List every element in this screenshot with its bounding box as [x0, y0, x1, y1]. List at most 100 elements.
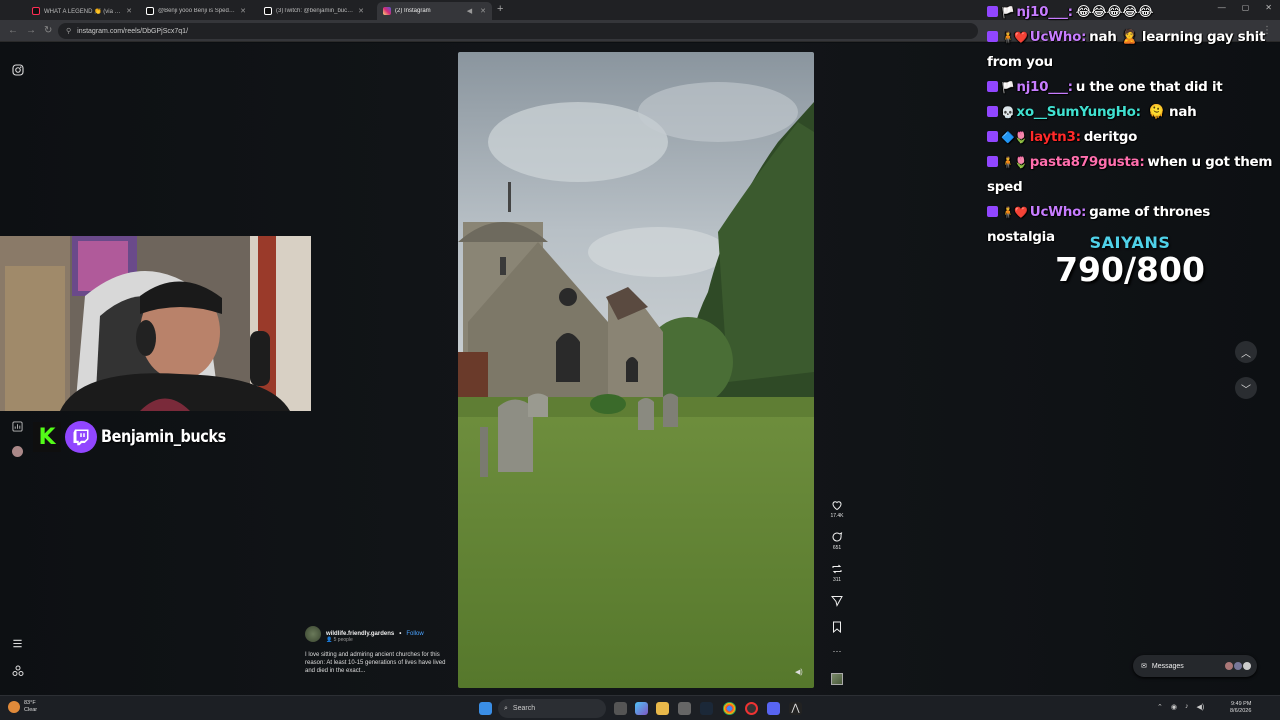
- share-button[interactable]: [822, 595, 852, 609]
- comment-count: 651: [832, 545, 842, 551]
- browser-tab-1[interactable]: WHAT A LEGEND 👏 (via @Att... ✕: [26, 2, 138, 20]
- volume-icon[interactable]: ◀): [795, 668, 803, 676]
- chat-message: 🧍🌷 pasta879gusta: when u got them sped: [987, 150, 1280, 200]
- close-icon[interactable]: ✕: [126, 7, 132, 15]
- streamer-tag: K Benjamin_bucks: [33, 421, 248, 453]
- more-apps-icon[interactable]: [12, 664, 24, 682]
- chat-message: 🔷🌷 laytn3: deritgo: [987, 125, 1280, 150]
- twitch-badge-icon: [987, 6, 998, 17]
- browser-tab-4[interactable]: (2) Instagram ◀ ✕: [377, 2, 492, 20]
- start-icon[interactable]: [479, 702, 492, 715]
- next-reel-button[interactable]: ﹀: [1235, 377, 1257, 399]
- chat-text: deritgo: [1083, 129, 1138, 145]
- badge-icons: 🧍❤️: [1001, 206, 1028, 219]
- twitch-badge-icon: [987, 156, 998, 167]
- chevron-up-icon: ︿: [1241, 348, 1251, 360]
- clock-time: 9:49 PM: [1230, 701, 1252, 707]
- chat-text: 😂😂😂😂😂: [1075, 4, 1154, 20]
- tiktok-icon: [146, 7, 154, 15]
- weather-desc: Clear: [24, 707, 38, 713]
- close-icon[interactable]: ✕: [358, 7, 364, 15]
- tray-overflow-icon[interactable]: ⌃: [1157, 703, 1163, 711]
- chat-username[interactable]: nj10___:: [1016, 79, 1073, 95]
- volume-icon[interactable]: ◀): [1196, 703, 1204, 711]
- chat-username[interactable]: xo__SumYungHo:: [1016, 104, 1141, 120]
- goal-value: 790/800: [1055, 250, 1205, 289]
- back-icon[interactable]: ←: [8, 25, 18, 36]
- chat-message: 💀 xo__SumYungHo: 🫠 nah: [987, 100, 1280, 125]
- chrome-icon[interactable]: [723, 702, 736, 715]
- site-info-icon[interactable]: ⚲: [66, 27, 71, 35]
- taskbar-search[interactable]: ⌕ Search: [498, 699, 606, 718]
- app-icon[interactable]: ⋀: [789, 702, 802, 715]
- repost-button[interactable]: 311: [822, 563, 852, 583]
- discord-icon[interactable]: [767, 702, 780, 715]
- insights-icon[interactable]: [12, 419, 23, 437]
- reel-video[interactable]: [458, 52, 814, 688]
- badge-icons: 🏳️: [1001, 81, 1015, 94]
- chat-message: 🏳️ nj10___: u the one that did it: [987, 75, 1280, 100]
- weather-widget[interactable]: 83°F Clear: [8, 700, 37, 714]
- address-bar[interactable]: ⚲ instagram.com/reels/DbGPjScx7q1/: [58, 23, 978, 39]
- messages-label: Messages: [1151, 662, 1184, 670]
- menu-icon[interactable]: [12, 636, 23, 654]
- messages-button[interactable]: ✉ Messages: [1133, 655, 1257, 677]
- forward-icon[interactable]: →: [26, 25, 36, 36]
- like-button[interactable]: 17.4K: [822, 499, 852, 519]
- browser-tab-3[interactable]: (3)Twitch: @benjamin_bucks | #... ✕: [258, 2, 370, 20]
- tab-title: WHAT A LEGEND 👏 (via @Att...: [44, 8, 122, 15]
- profile-avatar[interactable]: [12, 446, 23, 457]
- clock[interactable]: 9:49 PM 8/6/2026: [1230, 701, 1251, 715]
- chevron-down-icon: ﹀: [1241, 384, 1251, 396]
- audio-thumbnail[interactable]: [831, 673, 843, 685]
- chat-username[interactable]: laytn3:: [1030, 129, 1081, 145]
- close-icon[interactable]: ✕: [480, 7, 486, 15]
- chat-username[interactable]: nj10___:: [1016, 4, 1073, 20]
- comment-button[interactable]: 651: [822, 531, 852, 551]
- steam-icon[interactable]: [700, 702, 713, 715]
- tiktok-icon: [32, 7, 40, 15]
- chat-text: u the one that did it: [1075, 79, 1223, 95]
- mic-icon[interactable]: ♪: [1185, 703, 1189, 711]
- collaborators-text: 5 people: [333, 637, 353, 643]
- settings-icon[interactable]: [678, 702, 691, 715]
- repost-count: 311: [833, 577, 841, 583]
- heart-icon: [832, 501, 842, 511]
- weather-icon: [8, 701, 20, 713]
- network-icon[interactable]: ◉: [1171, 703, 1177, 711]
- close-icon[interactable]: ✕: [240, 7, 246, 15]
- more-options-button[interactable]: ···: [822, 646, 852, 656]
- save-button[interactable]: [822, 621, 852, 635]
- ellipsis-icon: ···: [832, 646, 842, 656]
- message-avatars: [1225, 662, 1251, 670]
- instagram-icon: [383, 7, 391, 15]
- follow-button[interactable]: Follow: [406, 631, 423, 637]
- file-explorer-icon[interactable]: [656, 702, 669, 715]
- chat-message: 🏳️ nj10___: 😂😂😂😂😂: [987, 0, 1280, 25]
- search-label: Search: [512, 705, 536, 712]
- chat-username[interactable]: UcWho:: [1030, 204, 1087, 220]
- copilot-icon[interactable]: [635, 702, 648, 715]
- previous-reel-button[interactable]: ︿: [1235, 341, 1257, 363]
- twitch-badge-icon: [987, 131, 998, 142]
- sub-goal: SAIYANS 790/800: [1030, 233, 1230, 288]
- twitch-badge-icon: [987, 81, 998, 92]
- obs-icon[interactable]: [745, 702, 758, 715]
- url-text: instagram.com/reels/DbGPjScx7q1/: [77, 27, 189, 35]
- author-avatar[interactable]: [305, 626, 321, 642]
- instagram-logo-icon[interactable]: [12, 63, 24, 81]
- caption-text: I love sitting and admiring ancient chur…: [305, 652, 446, 674]
- browser-tab-2[interactable]: @Benji yooo Benji is Sped at le... ✕: [140, 2, 252, 20]
- twitch-badge-icon: [987, 206, 998, 217]
- bookmark-icon: [833, 621, 841, 633]
- reload-icon[interactable]: ↻: [44, 25, 52, 36]
- tiktok-icon: [264, 7, 272, 15]
- clock-date: 8/6/2026: [1230, 708, 1252, 714]
- chat-username[interactable]: UcWho:: [1030, 29, 1087, 45]
- mute-icon[interactable]: ◀: [467, 7, 472, 15]
- task-view-icon[interactable]: [614, 702, 627, 715]
- chat-username[interactable]: pasta879gusta:: [1030, 154, 1145, 170]
- twitch-logo-icon: [65, 421, 97, 453]
- twitch-badge-icon: [987, 31, 998, 42]
- new-tab-button[interactable]: +: [497, 3, 503, 15]
